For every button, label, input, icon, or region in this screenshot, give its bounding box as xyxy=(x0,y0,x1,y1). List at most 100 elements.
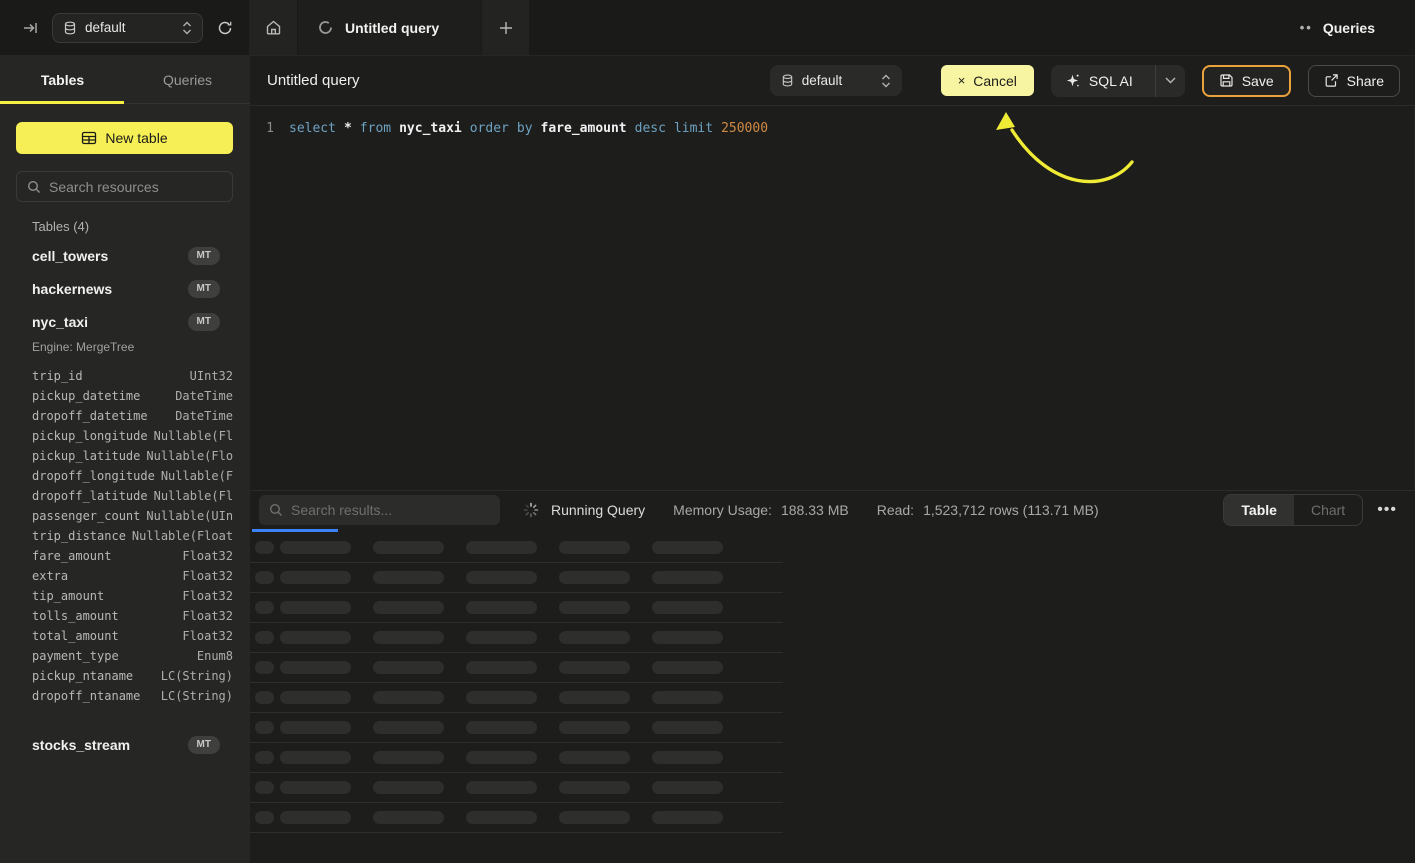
query-database-value: default xyxy=(802,73,873,88)
read-label: Read: xyxy=(877,502,914,518)
column-name: tip_amount xyxy=(32,589,104,603)
engine-badge: MT xyxy=(188,313,220,331)
column-row: total_amount Float32 xyxy=(32,626,233,646)
column-type: Float32 xyxy=(182,629,233,643)
results-search[interactable] xyxy=(259,495,500,525)
skeleton-row xyxy=(250,713,783,743)
column-name: pickup_longitude xyxy=(32,429,148,443)
table-item-cell-towers[interactable]: cell_towers MT xyxy=(0,239,250,272)
column-type: Nullable(F xyxy=(161,469,233,483)
view-toggle-table[interactable]: Table xyxy=(1224,495,1294,525)
column-row: pickup_datetime DateTime xyxy=(32,386,233,406)
cancel-button[interactable]: × Cancel xyxy=(941,65,1034,96)
table-item-hackernews[interactable]: hackernews MT xyxy=(0,272,250,305)
tables-section-header: Tables (4) xyxy=(32,219,89,234)
column-row: tip_amount Float32 xyxy=(32,586,233,606)
engine-info: Engine: MergeTree xyxy=(0,338,250,360)
share-label: Share xyxy=(1347,73,1384,89)
save-label: Save xyxy=(1242,73,1274,89)
column-name: pickup_ntaname xyxy=(32,669,133,683)
sql-token: limit xyxy=(674,121,713,136)
tab-label: Untitled query xyxy=(345,20,439,36)
tab-untitled-query[interactable]: Untitled query xyxy=(298,0,482,55)
table-grid-icon xyxy=(81,130,97,146)
topbar-database-selector[interactable]: default xyxy=(52,13,203,43)
column-name: dropoff_datetime xyxy=(32,409,148,423)
queries-link-label: Queries xyxy=(1323,20,1375,36)
query-progress-bar xyxy=(252,529,338,532)
save-button[interactable]: Save xyxy=(1202,65,1291,97)
table-item-nyc-taxi[interactable]: nyc_taxi MT xyxy=(0,305,250,338)
results-toolbar: Running Query Memory Usage: 188.33 MB Re… xyxy=(250,490,1415,529)
skeleton-row xyxy=(250,773,783,803)
engine-badge: MT xyxy=(188,280,220,298)
queries-link[interactable]: •• Queries xyxy=(1300,20,1375,36)
share-button[interactable]: Share xyxy=(1308,65,1400,97)
column-row: pickup_longitude Nullable(Fl xyxy=(32,426,233,446)
sql-token: desc xyxy=(635,121,666,136)
header-actions: default × Cancel SQL AI xyxy=(770,65,1400,97)
main-panel: Untitled query default × Cancel xyxy=(250,56,1415,863)
sql-ai-dropdown[interactable] xyxy=(1155,65,1185,97)
sql-ai-button[interactable]: SQL AI xyxy=(1051,65,1185,97)
collapse-sidebar-icon[interactable] xyxy=(22,20,38,36)
topbar-database-value: default xyxy=(85,20,174,35)
sidebar-tab-tables[interactable]: Tables xyxy=(0,56,125,103)
column-type: LC(String) xyxy=(161,689,233,703)
column-name: pickup_latitude xyxy=(32,449,140,463)
refresh-icon[interactable] xyxy=(217,20,233,36)
sql-ai-main[interactable]: SQL AI xyxy=(1051,65,1147,97)
view-toggle-chart[interactable]: Chart xyxy=(1294,495,1362,525)
sidebar-search-input[interactable] xyxy=(49,179,222,195)
column-type: Float32 xyxy=(182,549,233,563)
column-row: dropoff_latitude Nullable(Fl xyxy=(32,486,233,506)
query-title: Untitled query xyxy=(267,72,360,89)
column-type: UInt32 xyxy=(190,369,233,383)
sidebar-search[interactable] xyxy=(16,171,233,202)
new-table-button[interactable]: New table xyxy=(16,122,233,154)
column-name: passenger_count xyxy=(32,509,140,523)
sql-token: 250000 xyxy=(721,121,768,136)
plus-icon xyxy=(499,21,513,35)
sql-token: order xyxy=(470,121,509,136)
column-type: Enum8 xyxy=(197,649,233,663)
sql-token: from xyxy=(360,121,391,136)
column-row: fare_amount Float32 xyxy=(32,546,233,566)
search-icon xyxy=(269,503,283,517)
sql-console-app: default Untitled query xyxy=(0,0,1415,863)
read-value: 1,523,712 rows (113.71 MB) xyxy=(923,502,1099,518)
column-name: pickup_datetime xyxy=(32,389,140,403)
results-search-input[interactable] xyxy=(291,502,490,518)
tab-loading-spinner-icon xyxy=(318,20,333,35)
column-type: Float32 xyxy=(182,589,233,603)
column-row: trip_distance Nullable(Float xyxy=(32,526,233,546)
home-button[interactable] xyxy=(250,0,298,55)
column-name: dropoff_latitude xyxy=(32,489,148,503)
sql-token: * xyxy=(344,121,352,136)
more-options-button[interactable]: ••• xyxy=(1377,501,1397,519)
new-tab-button[interactable] xyxy=(482,0,530,55)
sidebar-tab-queries[interactable]: Queries xyxy=(125,56,250,103)
chevron-updown-icon xyxy=(182,21,192,35)
skeleton-row xyxy=(250,623,783,653)
query-database-selector[interactable]: default xyxy=(770,65,902,96)
column-row: trip_id UInt32 xyxy=(32,366,233,386)
column-name: trip_id xyxy=(32,369,83,383)
sql-editor[interactable]: 1 select*fromnyc_taxiorderbyfare_amountd… xyxy=(250,107,1415,490)
table-name: stocks_stream xyxy=(32,737,188,753)
column-row: passenger_count Nullable(UIn xyxy=(32,506,233,526)
column-type: Float32 xyxy=(182,569,233,583)
search-icon xyxy=(27,180,41,194)
table-item-stocks-stream[interactable]: stocks_stream MT xyxy=(0,728,250,761)
skeleton-row xyxy=(250,743,783,773)
results-skeleton xyxy=(250,533,1415,863)
column-type: Nullable(Flo xyxy=(146,449,233,463)
column-type: DateTime xyxy=(175,409,233,423)
chevron-updown-icon xyxy=(881,74,891,88)
engine-badge: MT xyxy=(188,736,220,754)
skeleton-row xyxy=(250,803,783,833)
cancel-label: Cancel xyxy=(973,73,1017,89)
tabstrip: Untitled query xyxy=(250,0,1415,55)
column-name: dropoff_ntaname xyxy=(32,689,140,703)
column-name: total_amount xyxy=(32,629,119,643)
